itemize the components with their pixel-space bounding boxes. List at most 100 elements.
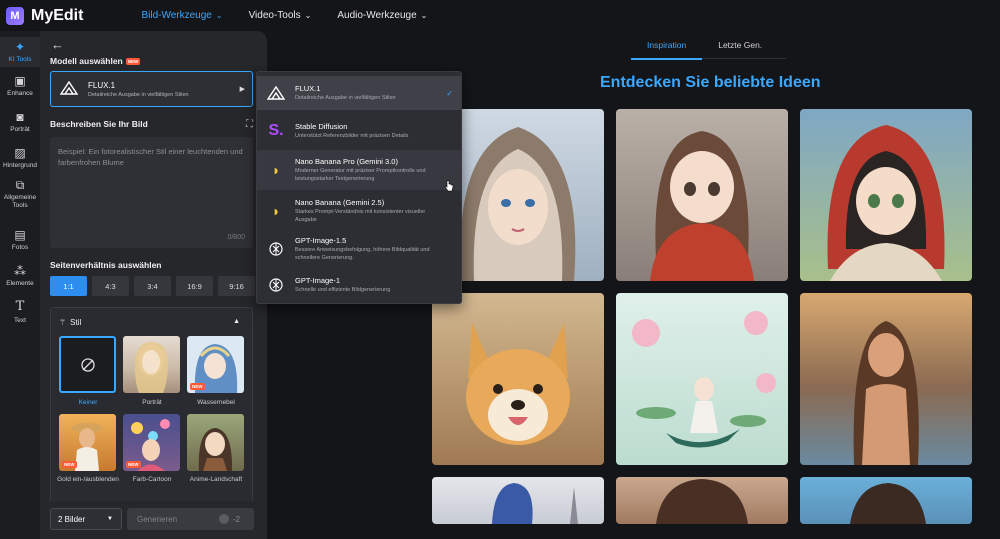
ratio-4-3[interactable]: 4:3 [92,276,129,296]
page-heading: Entdecken Sie beliebte Ideen [600,74,821,91]
top-nav: Bild-Werkzeuge ⌄ Video-Tools ⌄ Audio-Werkz… [141,10,427,21]
style-label-anime-landschaft: Anime-Landschaft [189,476,243,483]
gallery-image-lotus-girl[interactable] [616,293,788,465]
style-label-none: Keiner [78,399,98,406]
style-label: Stil [70,318,82,327]
app-logo[interactable]: M MyEdit [6,6,84,25]
model-option-gpt-image-1-5[interactable]: GPT-Image-1.5 Bessere Anweisungsbefolgung… [257,230,461,268]
tab-letzte-gen[interactable]: Letzte Gen. [702,35,778,60]
style-label-portrait: Porträt [142,399,162,406]
left-rail: ✦ KI Tools ▣ Enhance ◙ Porträt ▨ Hintergrund… [0,31,40,539]
nav-bild-werkzeuge[interactable]: Bild-Werkzeuge ⌄ [141,10,222,21]
style-tile-none[interactable] [59,336,116,393]
style-label-farb-cartoon: Farb-Cartoon [132,476,172,483]
rail-label: Hintergrund [3,162,37,170]
model-option-desc: Detailreiche Ausgabe in vielfältigen Sti… [295,94,396,101]
style-header[interactable]: ⚚ Stil [59,318,81,327]
image-upload-icon[interactable]: ⛶ [246,119,253,130]
logo-icon: M [6,6,24,25]
portrait-thumb [135,342,169,393]
gallery-image-portrait-3[interactable] [800,477,972,524]
model-option-name: FLUX.1 [295,83,321,93]
gallery-image-sweater-girl[interactable] [616,109,788,281]
rail-label: Elemente [6,280,34,288]
new-badge: NEW [125,58,141,66]
rail-label: Enhance [7,90,33,98]
model-option-desc: Starkes Prompt-Verständnis mit konsisten… [295,209,426,223]
openai-logo-icon [261,241,291,257]
style-tile-anime-landschaft[interactable] [187,414,244,471]
model-option-desc: Moderner Generator mit präziser Promptko… [295,168,426,182]
rail-item-fotos[interactable]: ▤ Fotos [0,225,40,255]
ratio-9-16[interactable]: 9:16 [218,276,255,296]
chevron-down-icon: ⌄ [215,11,223,20]
generate-button[interactable]: Generieren -2 [127,508,254,530]
style-section: ⚚ Stil ▲ Keiner Porträt NEW Wassernebel N… [50,307,253,531]
hand-cursor-icon [445,180,454,192]
ratio-16-9[interactable]: 16:9 [176,276,213,296]
rail-item-elemente[interactable]: ⁂ Elemente [0,261,40,291]
gallery-image-beach[interactable] [800,293,972,465]
credit-cost: -2 [218,514,240,524]
corgi-art [466,323,570,445]
char-count: 0/800 [227,234,245,242]
anime-thumb [198,428,233,471]
gallery-image-scarf-girl[interactable] [800,109,972,281]
chevron-up-icon[interactable]: ▲ [233,318,240,325]
main-tabs: Inspiration Letzte Gen. [631,35,778,60]
style-tile-gold[interactable]: NEW [59,414,116,471]
rail-item-text[interactable]: T Text [0,297,40,327]
style-tile-wassernebel[interactable]: NEW [187,336,244,393]
gallery-image-corgi[interactable] [432,293,604,465]
rail-item-portrait[interactable]: ◙ Porträt [0,107,40,137]
model-option-desc: Bessere Anweisungsbefolgung, höhere Bild… [295,247,430,261]
beach-art [853,321,919,465]
ratio-3-4[interactable]: 3:4 [134,276,171,296]
coin-icon [218,514,229,524]
photos-icon: ▤ [14,227,26,242]
model-select[interactable]: FLUX.1 Detailreiche Ausgabe in vielfälti… [50,71,253,107]
nav-label: Audio-Werkzeuge [337,10,417,21]
style-label-wassernebel: Wassernebel [197,399,235,406]
new-badge: NEW [62,461,77,468]
panel-bottom-bar: 2 Bilder ▼ Generieren -2 [40,501,267,539]
rail-item-allgemeine-tools[interactable]: ⧉ Allgemeine Tools [0,177,40,211]
rail-item-hintergrund[interactable]: ▨ Hintergrund [0,143,40,173]
model-option-flux[interactable]: FLUX.1 Detailreiche Ausgabe in vielfältig… [257,76,461,110]
tab-inspiration[interactable]: Inspiration [631,35,703,60]
tools-icon: ⧉ [15,178,25,193]
background-icon: ▨ [14,145,26,160]
back-arrow-icon[interactable]: ← [51,37,64,52]
rail-item-ki-tools[interactable]: ✦ KI Tools [0,37,40,67]
paris-art [492,483,578,524]
model-option-nano-banana[interactable]: ◗ Nano Banana (Gemini 2.5) Starkes Prompt… [257,192,461,230]
gallery-image-portrait-2[interactable] [616,477,788,524]
model-option-gpt-image-1[interactable]: GPT-Image-1 Schnelle und effiziente Bildg… [257,268,461,302]
nav-label: Video-Tools [248,10,301,21]
ratio-1-1[interactable]: 1:1 [50,276,87,296]
model-section-label: Modell auswählen NEW [50,56,141,66]
nav-video-tools[interactable]: Video-Tools ⌄ [249,10,312,21]
image-count-select[interactable]: 2 Bilder ▼ [50,508,122,530]
nav-audio-werkzeuge[interactable]: Audio-Werkzeuge ⌄ [337,10,427,21]
prompt-input[interactable]: Beispiel: Ein fotorealistischer Stil ein… [50,137,253,248]
openai-logo-icon [261,277,291,293]
text-icon: T [15,299,25,315]
check-icon: ✓ [446,88,453,98]
model-option-name: GPT-Image-1 [295,275,341,285]
model-option-nano-banana-pro[interactable]: ◗ Nano Banana Pro (Gemini 3.0) Moderner G… [257,150,461,190]
model-option-stable-diffusion[interactable]: S. Stable Diffusion Unterstützt Referenzb… [257,114,461,148]
app-name: MyEdit [31,6,84,24]
model-option-name: GPT-Image-1.5 [295,236,347,246]
portrait-icon: ◙ [16,109,24,124]
style-tile-portrait[interactable] [123,336,180,393]
style-label-gold: Gold ein-/ausblenden [57,476,119,483]
model-option-name: Nano Banana (Gemini 2.5) [295,198,385,208]
rail-item-enhance[interactable]: ▣ Enhance [0,71,40,101]
caret-right-icon: ▶ [239,86,245,93]
model-label: Modell auswählen [50,56,123,66]
banana-icon: ◗ [271,203,281,219]
magic-icon: ⚚ [59,318,67,327]
gallery-image-paris[interactable] [432,477,604,524]
style-tile-farb-cartoon[interactable]: NEW [123,414,180,471]
